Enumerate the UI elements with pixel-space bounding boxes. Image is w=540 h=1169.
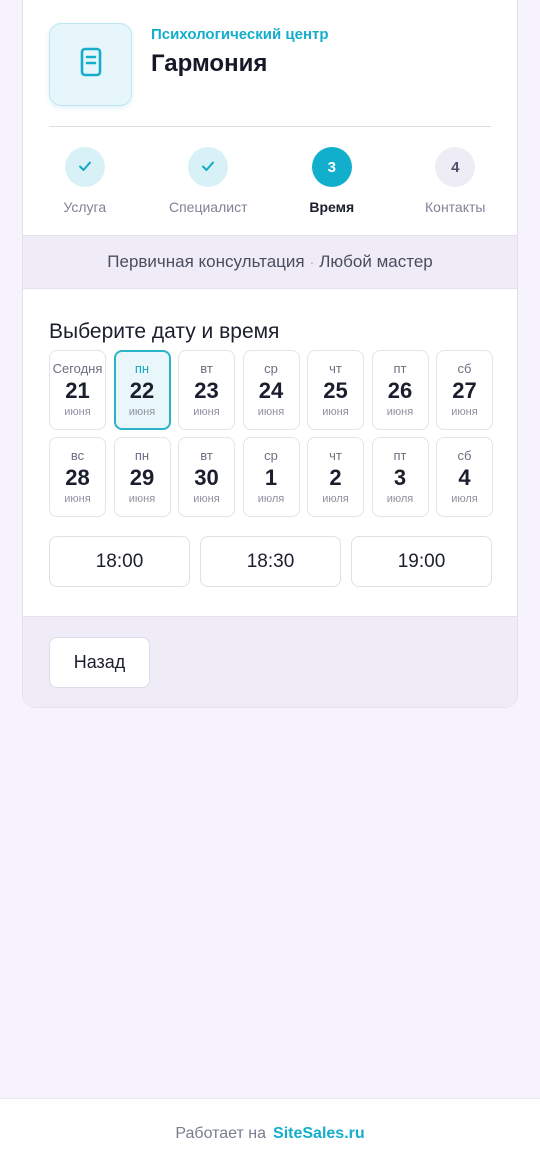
booking-card: Психологический центр Гармония Услуга Сп… bbox=[22, 0, 518, 708]
date-weekday: чт bbox=[329, 361, 342, 376]
org-title: Гармония bbox=[151, 50, 268, 77]
date-cell[interactable]: чт 25 июня bbox=[307, 350, 364, 430]
date-cell[interactable]: сб 4 июля bbox=[436, 437, 493, 517]
date-month: июля bbox=[451, 493, 478, 505]
step-number: 4 bbox=[435, 147, 476, 187]
actions-bar: Назад bbox=[23, 616, 517, 707]
step-contacts: 4 Контакты bbox=[394, 147, 518, 215]
back-button[interactable]: Назад bbox=[49, 637, 150, 688]
date-month: июня bbox=[64, 406, 91, 418]
brand-link[interactable]: SiteSales.ru bbox=[273, 1125, 365, 1143]
time-slots: 18:00 18:30 19:00 bbox=[49, 536, 492, 587]
date-month: июня bbox=[257, 406, 285, 418]
date-weekday: ср bbox=[264, 448, 278, 463]
date-weekday: ср bbox=[264, 361, 278, 376]
step-service[interactable]: Услуга bbox=[23, 147, 147, 215]
check-icon bbox=[78, 159, 92, 176]
time-slot[interactable]: 18:00 bbox=[49, 536, 190, 587]
date-cell[interactable]: пн 22 июня bbox=[113, 350, 171, 430]
date-weekday: пн bbox=[134, 361, 150, 376]
date-number: 21 bbox=[65, 378, 90, 403]
date-weekday: чт bbox=[329, 448, 342, 463]
date-grid: Сегодня 21 июня пн 22 июня вт 23 июня ср 24 июня чт 2… bbox=[49, 350, 493, 517]
date-cell[interactable]: чт 2 июля bbox=[307, 437, 364, 517]
date-number: 27 bbox=[452, 378, 477, 403]
date-cell[interactable]: вт 23 июня bbox=[178, 350, 235, 430]
date-month: июня bbox=[386, 406, 414, 418]
step-label: Контакты bbox=[425, 199, 486, 215]
summary-separator: · bbox=[309, 254, 315, 270]
step-label: Специалист bbox=[168, 199, 248, 215]
step-time: 3 Время bbox=[270, 147, 394, 215]
date-number: 1 bbox=[264, 465, 278, 490]
date-weekday: вт bbox=[200, 448, 213, 463]
step-done-circle bbox=[64, 147, 105, 187]
page-footer: Работает на SiteSales.ru bbox=[0, 1098, 540, 1169]
powered-by-text: Работает на bbox=[175, 1125, 267, 1142]
date-weekday: Сегодня bbox=[52, 361, 103, 376]
org-logo bbox=[49, 23, 132, 106]
booking-summary: Первичная консультация · Любой мастер bbox=[23, 235, 517, 289]
date-cell[interactable]: пт 3 июля bbox=[371, 437, 429, 517]
document-icon bbox=[80, 47, 102, 82]
time-slot[interactable]: 19:00 bbox=[351, 536, 492, 587]
time-slot[interactable]: 18:30 bbox=[200, 536, 341, 587]
step-done-circle bbox=[188, 147, 229, 187]
date-cell[interactable]: вт 30 июня bbox=[178, 437, 235, 517]
date-number: 23 bbox=[194, 378, 219, 403]
date-cell[interactable]: пн 29 июня bbox=[113, 437, 171, 517]
date-month: июня bbox=[322, 406, 349, 418]
date-number: 2 bbox=[329, 465, 342, 490]
date-cell[interactable]: ср 24 июня bbox=[242, 350, 300, 430]
stepper: Услуга Специалист 3 Время 4 Контакты bbox=[23, 147, 517, 215]
date-number: 26 bbox=[387, 378, 413, 403]
summary-master: Любой мастер bbox=[319, 252, 433, 271]
step-label: Услуга bbox=[63, 199, 107, 215]
date-weekday: сб bbox=[457, 361, 472, 376]
header-divider bbox=[49, 126, 491, 127]
date-month: июня bbox=[451, 406, 478, 418]
date-weekday: пт bbox=[393, 361, 407, 376]
date-weekday: пн bbox=[134, 448, 150, 463]
date-number: 29 bbox=[129, 465, 155, 490]
section-title: Выберите дату и время bbox=[49, 320, 280, 343]
step-label: Время bbox=[309, 199, 355, 215]
date-number: 25 bbox=[323, 378, 348, 403]
check-icon bbox=[201, 159, 215, 176]
date-month: июля bbox=[386, 493, 414, 505]
date-cell[interactable]: ср 1 июля bbox=[242, 437, 300, 517]
date-number: 4 bbox=[458, 465, 471, 490]
date-month: июля bbox=[257, 493, 285, 505]
date-cell[interactable]: пт 26 июня bbox=[371, 350, 429, 430]
date-month: июня bbox=[128, 406, 156, 418]
date-month: июня bbox=[64, 493, 91, 505]
date-weekday: вт bbox=[200, 361, 213, 376]
step-number: 3 bbox=[311, 147, 352, 187]
date-month: июля bbox=[322, 493, 349, 505]
date-number: 3 bbox=[393, 465, 407, 490]
date-month: июня bbox=[193, 493, 220, 505]
step-specialist[interactable]: Специалист bbox=[147, 147, 271, 215]
date-cell[interactable]: вс 28 июня bbox=[49, 437, 106, 517]
date-number: 30 bbox=[194, 465, 219, 490]
date-month: июня bbox=[128, 493, 156, 505]
date-weekday: сб bbox=[457, 448, 472, 463]
date-number: 22 bbox=[129, 378, 155, 403]
date-cell[interactable]: Сегодня 21 июня bbox=[49, 350, 106, 430]
date-weekday: вс bbox=[70, 448, 85, 463]
date-month: июня bbox=[193, 406, 220, 418]
summary-service: Первичная консультация bbox=[107, 252, 305, 271]
date-weekday: пт bbox=[393, 448, 407, 463]
org-subtitle: Психологический центр bbox=[151, 26, 329, 43]
date-cell[interactable]: сб 27 июня bbox=[436, 350, 493, 430]
date-number: 24 bbox=[258, 378, 284, 403]
date-number: 28 bbox=[65, 465, 90, 490]
header: Психологический центр Гармония Услуга Сп… bbox=[23, 0, 517, 235]
